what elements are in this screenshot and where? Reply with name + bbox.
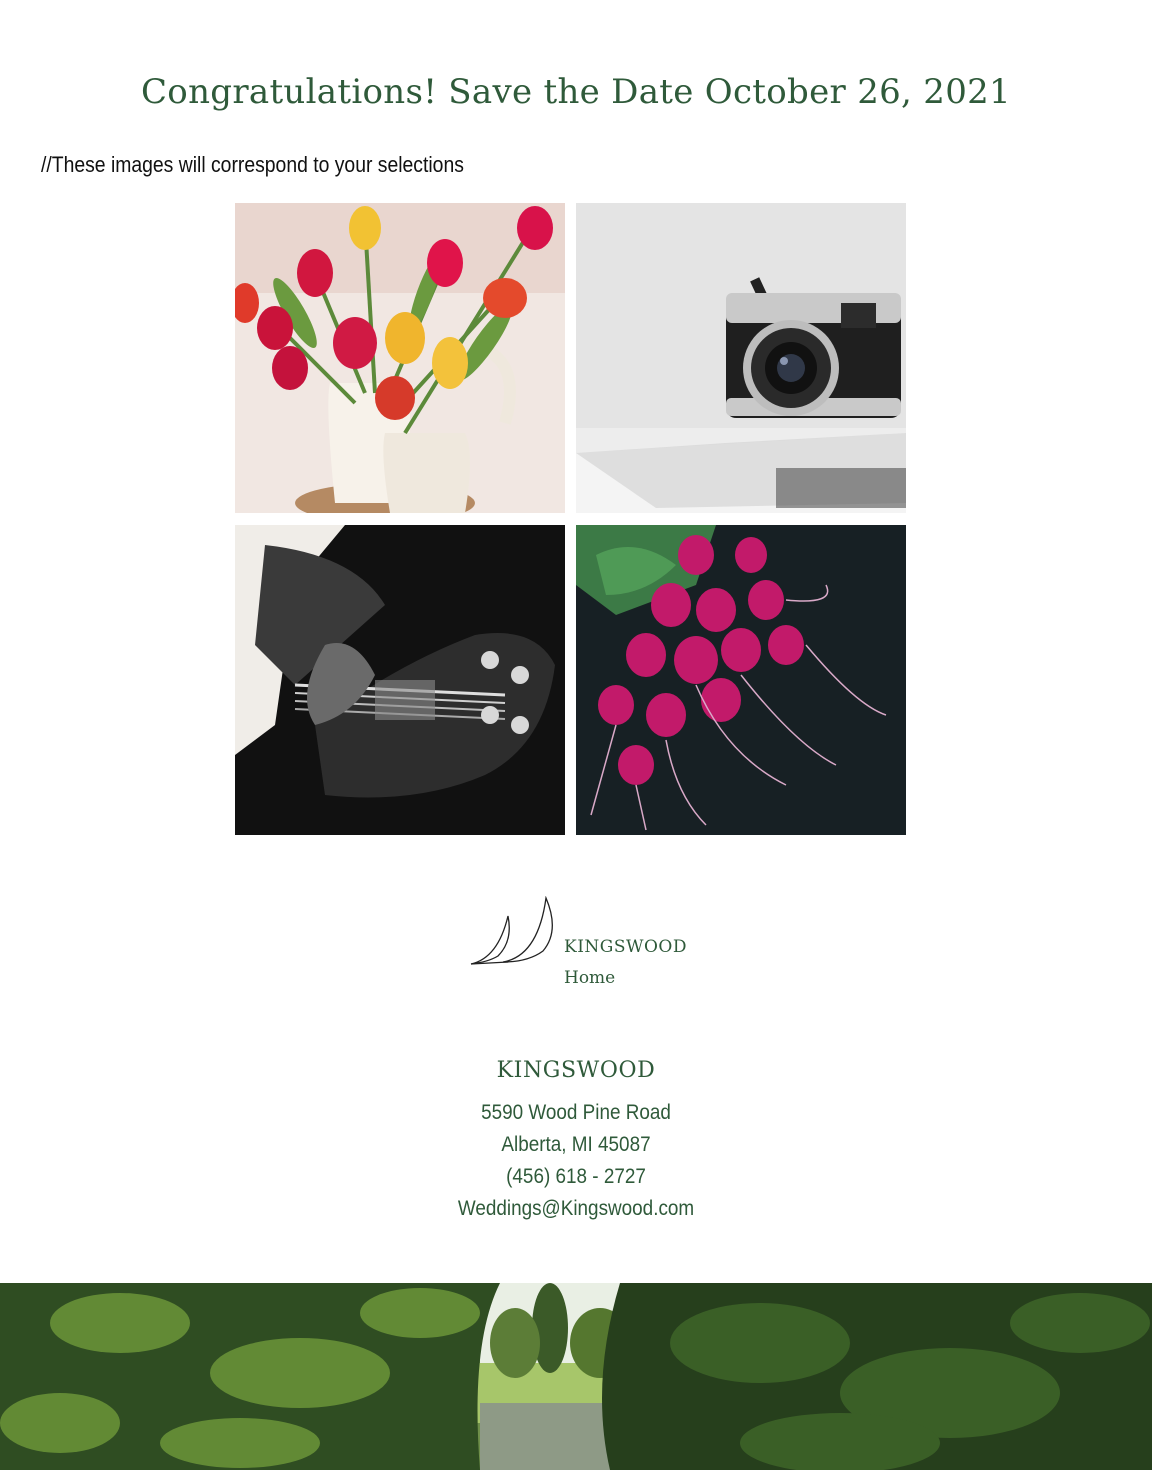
logo-subtitle: Home bbox=[564, 968, 616, 988]
logo-name: KINGSWOOD bbox=[564, 937, 687, 957]
contact-city: Alberta, MI 45087 bbox=[501, 1133, 651, 1156]
camera-photo bbox=[576, 203, 906, 513]
forest-lake-photo bbox=[0, 1283, 1152, 1470]
guitar-photo bbox=[235, 525, 565, 835]
page-title: Congratulations! Save the Date October 2… bbox=[140, 72, 1011, 112]
contact-name: KINGSWOOD bbox=[496, 1058, 656, 1083]
radishes-photo bbox=[576, 525, 906, 835]
contact-email: Weddings@Kingswood.com bbox=[457, 1197, 695, 1220]
tulips-photo bbox=[235, 203, 565, 513]
contact-block: KINGSWOOD 5590 Wood Pine Road Alberta, M… bbox=[0, 1058, 1152, 1225]
contact-street: 5590 Wood Pine Road bbox=[481, 1101, 671, 1124]
image-gallery bbox=[235, 203, 906, 835]
contact-phone: (456) 618 - 2727 bbox=[506, 1165, 646, 1188]
leaf-logo-icon bbox=[470, 896, 553, 965]
image-note: //These images will correspond to your s… bbox=[41, 152, 464, 177]
